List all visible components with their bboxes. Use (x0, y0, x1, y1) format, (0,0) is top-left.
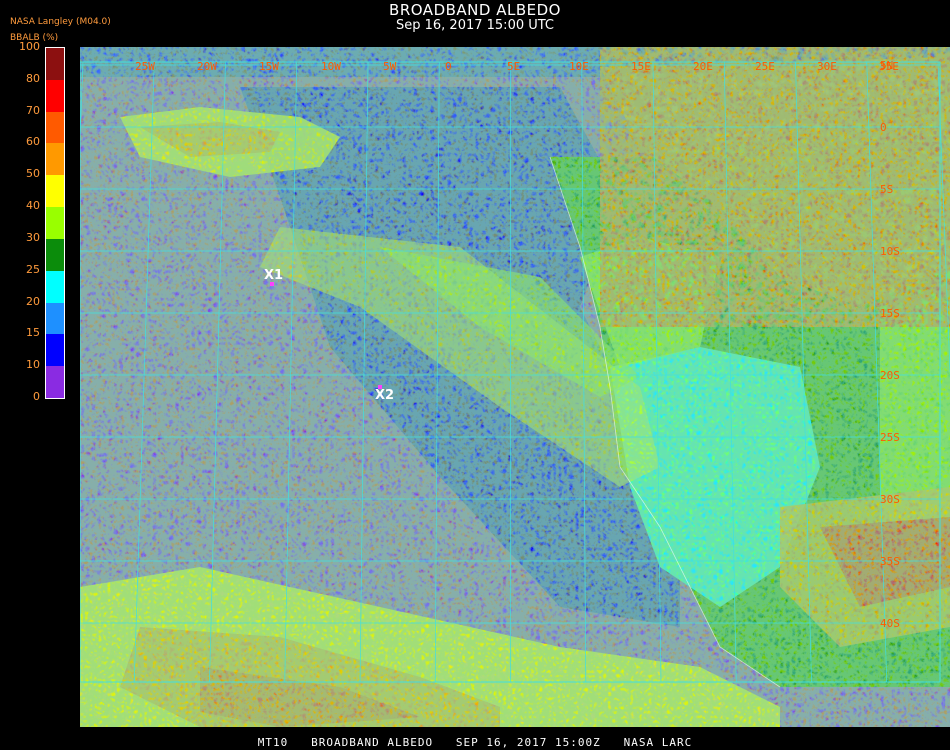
latitude-label: 35S (880, 555, 900, 568)
longitude-label: 5E (507, 60, 520, 73)
color-scale-segment (46, 111, 64, 144)
marker-x1-label: X1 (264, 268, 284, 283)
color-scale-segment (46, 366, 64, 399)
longitude-label: 10E (569, 60, 589, 73)
longitude-label: 15E (631, 60, 651, 73)
color-scale-segment (46, 270, 64, 304)
color-scale-segment (46, 79, 64, 113)
color-scale-tick: 100 (19, 40, 40, 53)
latitude-label: 0 (880, 121, 887, 134)
image-timestamp: Sep 16, 2017 15:00 UTC (395, 18, 555, 33)
latitude-label: 40S (880, 617, 900, 630)
image-title: BROADBAND ALBEDO (389, 1, 561, 19)
latitude-label: 5S (880, 183, 893, 196)
latitude-label: 20S (880, 369, 900, 382)
color-scale-tick: 70 (26, 103, 40, 117)
color-scale-tick: 60 (26, 135, 40, 149)
longitude-label: 0 (445, 60, 452, 73)
color-scale-tick: 25 (26, 262, 40, 276)
longitude-label: 25E (755, 60, 775, 73)
latitude-label: 10S (880, 245, 900, 258)
longitude-label: 5W (383, 60, 397, 73)
longitude-label: 15W (259, 60, 279, 73)
longitude-label: 10W (321, 60, 341, 73)
latitude-label: 30S (880, 493, 900, 506)
latitude-label: 25S (880, 431, 900, 444)
color-scale-tick: 40 (26, 199, 40, 213)
color-scale-segment (46, 238, 64, 272)
longitude-label: 25W (135, 60, 155, 73)
color-scale-segment (46, 302, 64, 335)
albedo-map[interactable]: 25W 20W 15W 10W 5W 0 5E 10E 15E 20E 25E 30E 35E 5N05… (80, 47, 950, 727)
color-scale-tick: 30 (26, 230, 40, 244)
color-scale-segment (46, 334, 64, 367)
color-scale-segment (46, 207, 64, 240)
source-label: NASA Langley (M04.0) (10, 17, 111, 27)
color-scale-tick: 80 (26, 71, 40, 85)
cloud-texture-blue (80, 47, 950, 727)
color-scale-segment (46, 48, 64, 81)
footer-caption: MT10 BROADBAND ALBEDO SEP 16, 2017 15:00… (257, 736, 693, 749)
color-scale-tick: 10 (26, 358, 40, 372)
color-scale-bar (45, 47, 65, 399)
longitude-label: 20W (197, 60, 217, 73)
color-scale-segment (46, 175, 64, 208)
color-scale-tick: 20 (26, 294, 40, 308)
color-scale-tick: 15 (26, 326, 40, 340)
color-scale-tick: 50 (26, 167, 40, 181)
latitude-label: 5N (880, 59, 893, 72)
latitude-label: 15S (880, 307, 900, 320)
longitude-label: 20E (693, 60, 713, 73)
marker-x2-label: X2 (375, 388, 395, 403)
color-scale-segment (46, 143, 64, 176)
color-scale-tick: 0 (33, 390, 40, 403)
longitude-label: 30E (817, 60, 837, 73)
